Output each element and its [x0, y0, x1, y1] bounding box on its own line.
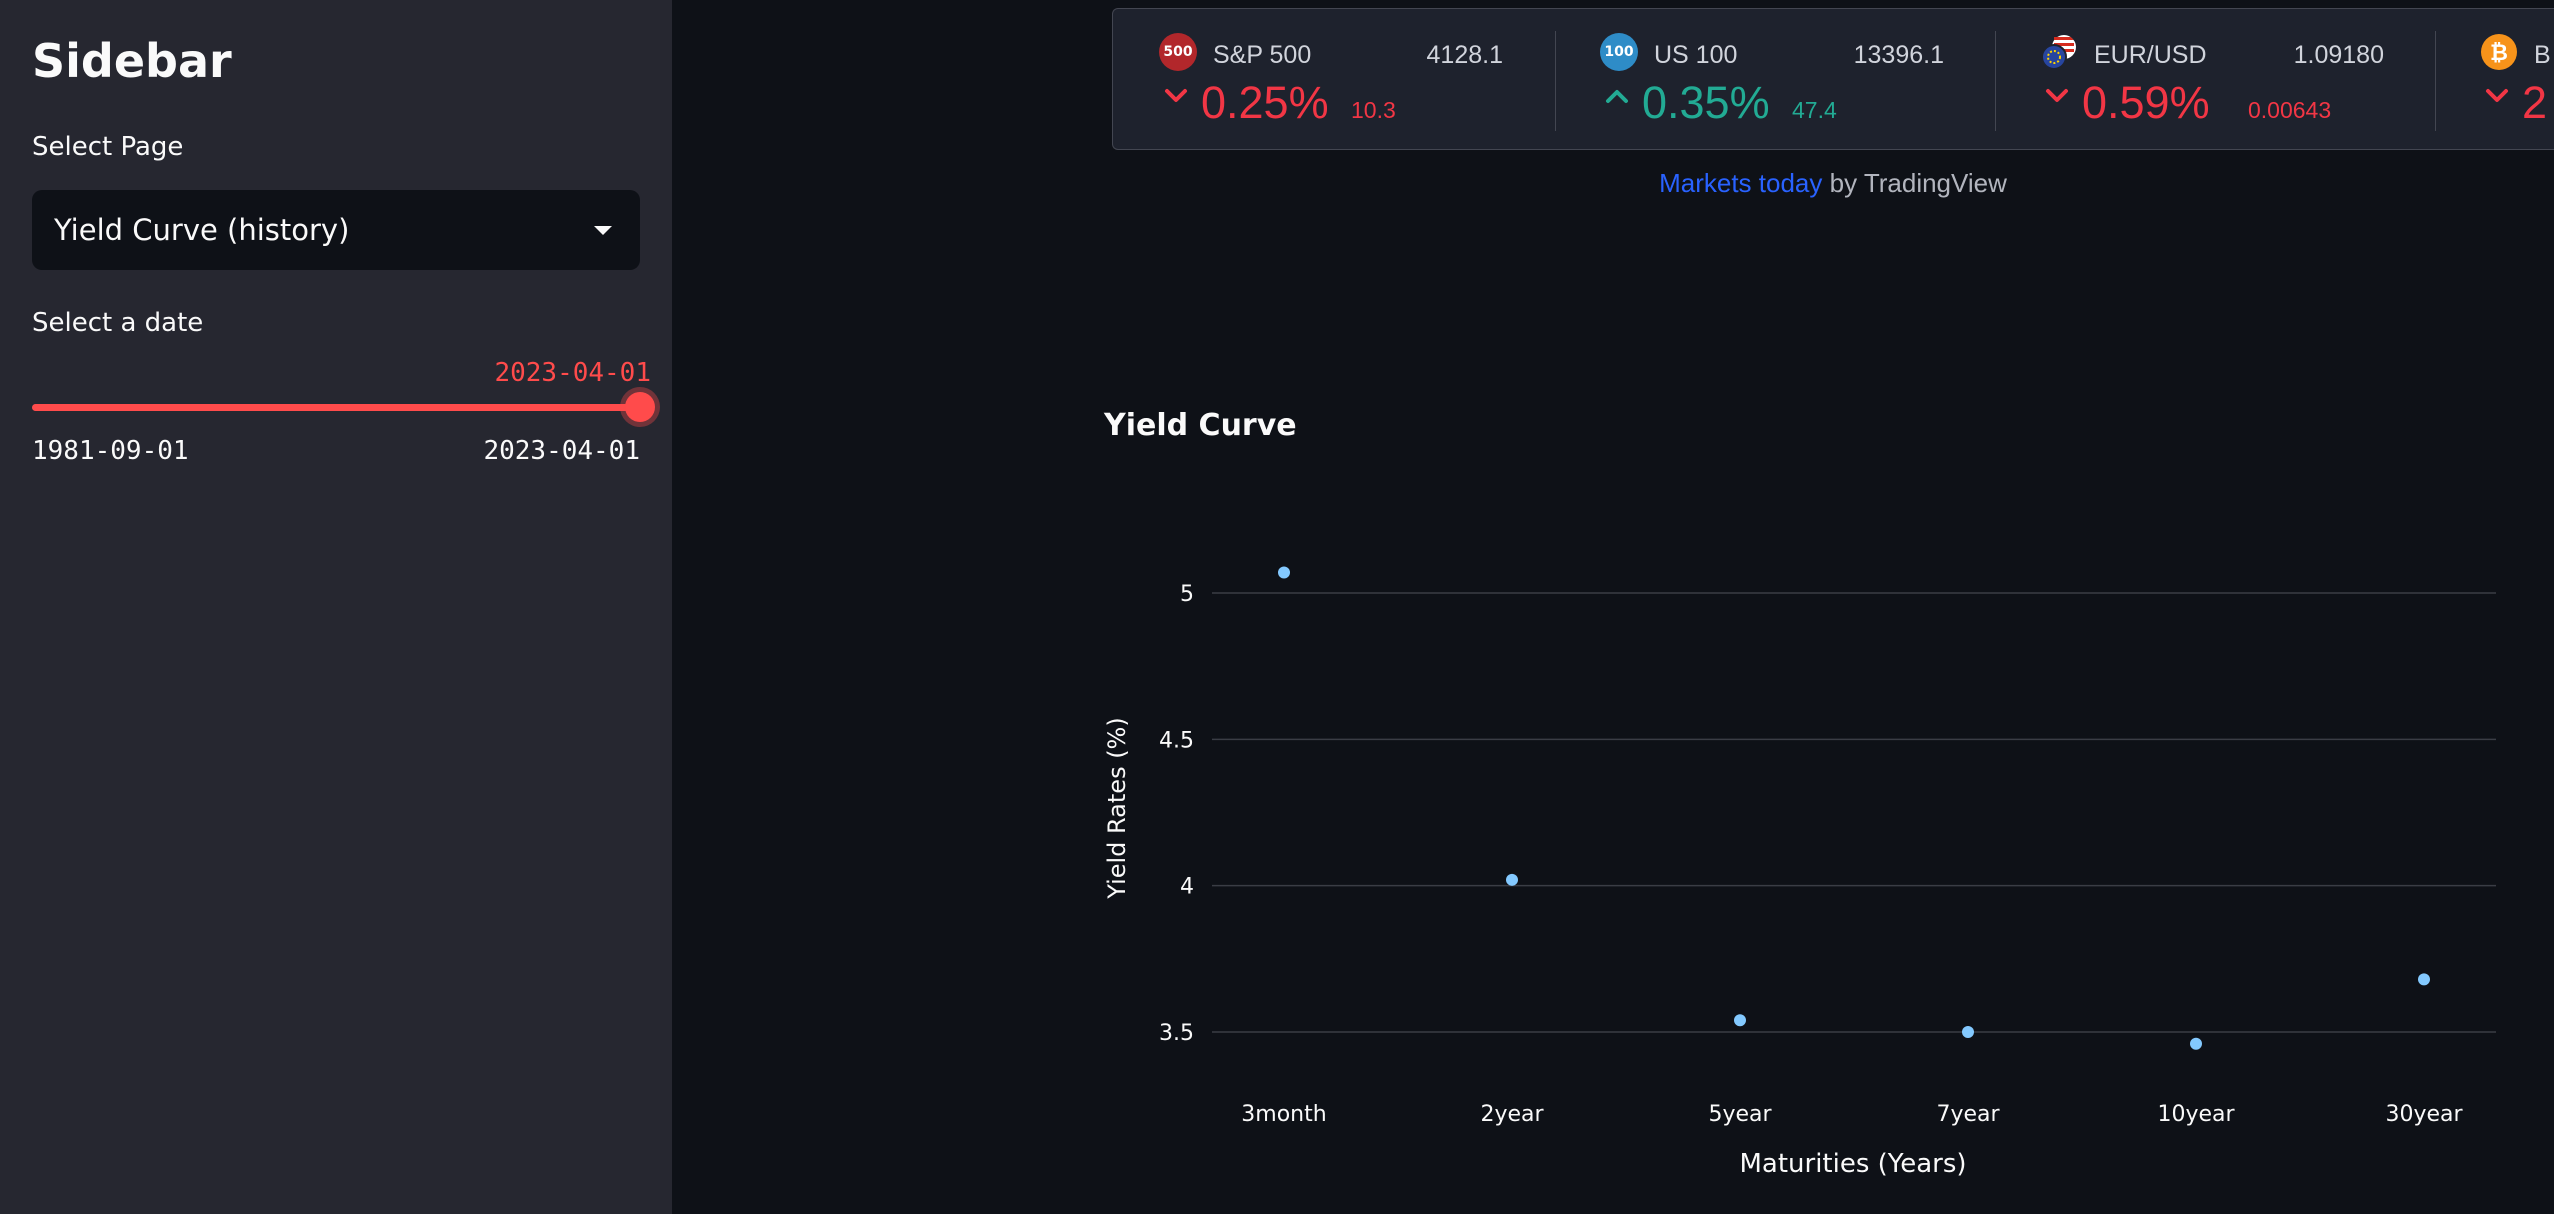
y-tick-label: 4 — [1180, 875, 1194, 900]
x-tick-label: 7year — [1936, 1102, 2000, 1127]
data-points[interactable] — [1278, 566, 2430, 1050]
y-tick-label: 3.5 — [1159, 1021, 1194, 1046]
yield-curve-chart[interactable]: 3.5 4 4.5 5 3month 2year 5year 7year 10year 30ye… — [0, 0, 2554, 1214]
data-point-10year[interactable] — [2190, 1037, 2202, 1050]
data-point-2year[interactable] — [1506, 873, 1518, 886]
y-axis-ticks: 3.5 4 4.5 5 — [1159, 582, 1194, 1046]
x-axis-label: Maturities (Years) — [1739, 1149, 1966, 1179]
x-tick-label: 2year — [1480, 1102, 1544, 1127]
x-tick-label: 30year — [2385, 1102, 2463, 1127]
grid-layer — [1212, 592, 2496, 1033]
y-tick-label: 4.5 — [1159, 728, 1194, 753]
data-point-5year[interactable] — [1734, 1014, 1746, 1027]
y-axis-label: Yield Rates (%) — [1103, 717, 1131, 899]
x-axis-ticks: 3month 2year 5year 7year 10year 30year — [1241, 1102, 2463, 1127]
x-tick-label: 3month — [1241, 1102, 1326, 1127]
data-point-7year[interactable] — [1962, 1026, 1974, 1038]
y-tick-label: 5 — [1180, 582, 1194, 607]
x-tick-label: 5year — [1708, 1102, 1772, 1127]
x-tick-label: 10year — [2157, 1102, 2235, 1127]
app-root: Sidebar Select Page Yield Curve (history… — [0, 0, 2554, 1214]
data-point-30year[interactable] — [2418, 973, 2430, 986]
data-point-3month[interactable] — [1278, 566, 1290, 579]
